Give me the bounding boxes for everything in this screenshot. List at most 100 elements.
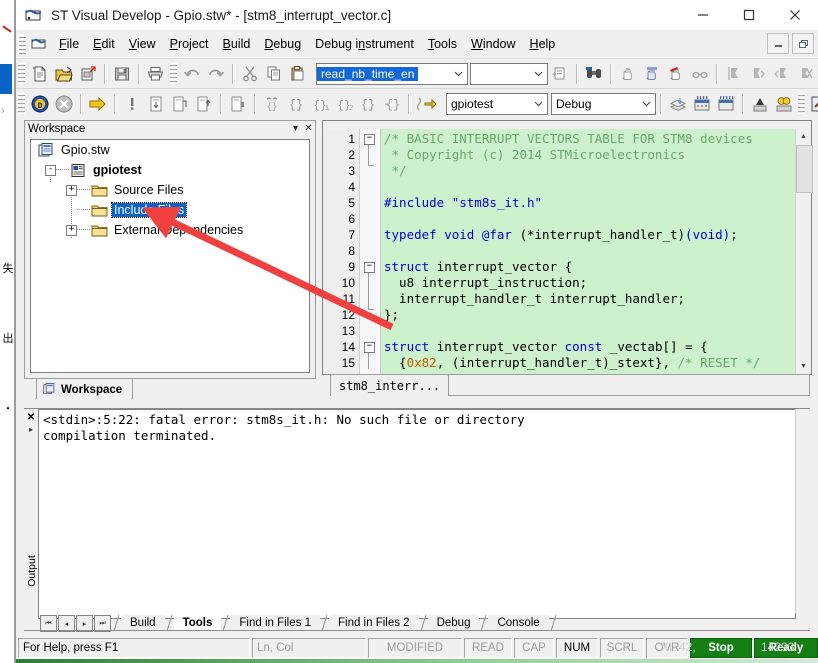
menu-window[interactable]: Window — [464, 34, 522, 54]
menubar-grip[interactable] — [18, 33, 26, 55]
bookmark-icon[interactable] — [722, 62, 746, 85]
mdi-restore-button[interactable] — [792, 33, 814, 54]
chevron-down-icon-panel[interactable]: ▾ — [289, 123, 302, 134]
output-tab-build[interactable]: Build — [121, 615, 165, 630]
status-ime-stop[interactable]: Stop — [690, 638, 752, 658]
print-icon[interactable] — [144, 62, 168, 85]
settings-icon[interactable] — [772, 92, 796, 115]
watch-icon[interactable]: {} 1 — [308, 92, 332, 115]
chevron-down-icon-3[interactable] — [530, 95, 547, 113]
undo-icon[interactable] — [180, 62, 204, 85]
close-button[interactable] — [772, 0, 818, 30]
cut-icon[interactable] — [238, 62, 262, 85]
hand-icon[interactable] — [616, 62, 640, 85]
editor-code-area[interactable]: /* BASIC INTERRUPT VECTORS TABLE FOR STM… — [381, 129, 811, 374]
save-icon[interactable] — [110, 62, 134, 85]
break-icon[interactable] — [120, 92, 144, 115]
bookmark-prev-icon[interactable] — [770, 62, 794, 85]
paste-icon[interactable] — [286, 62, 310, 85]
tree-expander-source[interactable]: + — [66, 184, 77, 196]
tools-icon[interactable] — [808, 92, 818, 115]
mdi-minimize-button[interactable] — [767, 33, 789, 54]
output-tab-find-in-files-1[interactable]: Find in Files 1 — [230, 615, 320, 630]
registers-icon[interactable]: {} — [356, 92, 380, 115]
batch-build-icon[interactable] — [714, 92, 738, 115]
output-tab-find-in-files-2[interactable]: Find in Files 2 — [328, 615, 419, 630]
step-out-icon[interactable] — [192, 92, 216, 115]
chevron-down-icon-4[interactable] — [638, 95, 655, 113]
toolbar1-grip[interactable] — [18, 62, 25, 85]
rebuild-all-icon[interactable] — [690, 92, 714, 115]
tree-item-project[interactable]: - gpiotest — [31, 160, 309, 180]
memory-icon[interactable]: {} — [380, 92, 404, 115]
goto-cursor-icon[interactable] — [226, 92, 250, 115]
output-tab-tools[interactable]: Tools — [173, 615, 222, 630]
editor-vertical-scrollbar[interactable]: ▲ ▼ — [795, 129, 813, 374]
hand-red-icon[interactable] — [664, 62, 688, 85]
bookmark-next-icon[interactable] — [746, 62, 770, 85]
debug-stop-icon[interactable] — [52, 92, 76, 115]
find-combo-value[interactable]: read_nb_time_en — [317, 66, 419, 81]
toolbar1-grip-2[interactable] — [170, 62, 177, 85]
tab-workspace[interactable]: Workspace — [36, 378, 134, 401]
new-workspace-icon[interactable] — [76, 62, 100, 85]
output-tab-console[interactable]: Console — [488, 615, 549, 630]
redo-icon[interactable] — [204, 62, 228, 85]
build-icon[interactable] — [666, 92, 690, 115]
output-close-icon[interactable]: ✕ — [24, 412, 38, 423]
maximize-button[interactable] — [726, 0, 772, 30]
tab-stm8-interrupt-vector[interactable]: stm8_interr... — [330, 374, 450, 396]
menu-build[interactable]: Build — [216, 34, 258, 54]
output-expand-icon[interactable]: ▸ — [24, 425, 38, 434]
editor-body[interactable]: 1 2 3 4 5 6 7 8 9 10 11 12 13 14 15 − − … — [323, 129, 811, 374]
find-combo[interactable]: read_nb_time_en — [316, 62, 468, 85]
fold-marker-3[interactable]: − — [364, 342, 375, 353]
menu-view[interactable]: View — [122, 34, 163, 54]
stop-build-icon[interactable] — [748, 92, 772, 115]
binoculars-icon[interactable] — [582, 62, 606, 85]
config-combo[interactable]: Debug — [551, 92, 656, 115]
editor-fold-column[interactable]: − − − — [360, 129, 381, 374]
editor-scroll-thumb[interactable] — [796, 145, 813, 193]
tree-expander-external[interactable]: + — [66, 224, 77, 236]
find-history-combo[interactable] — [470, 62, 548, 85]
chevron-down-icon-2[interactable] — [530, 65, 547, 83]
output-text[interactable]: <stdin>:5:22: fatal error: stm8s_it.h: N… — [38, 409, 796, 619]
tree-item-workspace[interactable]: Gpio.stw — [31, 140, 309, 160]
menu-tools[interactable]: Tools — [421, 34, 464, 54]
output-tab-debug[interactable]: Debug — [427, 615, 480, 630]
run-icon[interactable] — [86, 92, 110, 115]
tree-item-include-files[interactable]: Include Files — [31, 200, 309, 220]
new-file-icon[interactable] — [28, 62, 52, 85]
menu-edit[interactable]: Edit — [86, 34, 122, 54]
menu-debug[interactable]: Debug — [257, 34, 308, 54]
output-vertical-scrollbar[interactable] — [795, 409, 810, 613]
bookmark-clear-icon[interactable] — [794, 62, 818, 85]
scroll-up-icon[interactable]: ▲ — [796, 129, 811, 144]
minimize-button[interactable] — [680, 0, 726, 30]
fold-marker-1[interactable]: − — [364, 134, 375, 145]
fold-marker-2[interactable]: − — [364, 262, 375, 273]
scroll-down-icon[interactable]: ▼ — [796, 359, 811, 374]
tree-item-external-dependencies[interactable]: + External Dependencies — [31, 220, 309, 240]
status-ime-ready[interactable]: Ready — [754, 638, 818, 658]
menu-help[interactable]: Help — [523, 34, 563, 54]
restart-icon[interactable]: {} — [260, 92, 284, 115]
debug-start-icon[interactable]: D — [28, 92, 52, 115]
disassembly-icon[interactable] — [414, 92, 438, 115]
menu-project[interactable]: Project — [163, 34, 216, 54]
toolbar2-grip-2[interactable] — [798, 92, 805, 115]
find-in-files-icon[interactable] — [548, 62, 572, 85]
locals-icon[interactable]: {} 2 — [332, 92, 356, 115]
chevron-down-icon[interactable] — [450, 65, 467, 83]
menu-file[interactable]: File — [52, 34, 86, 54]
toolbar2-grip[interactable] — [18, 92, 25, 115]
tree-item-source-files[interactable]: + Source Files — [31, 180, 309, 200]
menu-debug-instrument[interactable]: Debug instrument — [308, 34, 421, 54]
step-into-icon[interactable] — [144, 92, 168, 115]
tree-expander-collapse[interactable]: - — [45, 164, 56, 176]
glasses-icon[interactable] — [688, 62, 712, 85]
close-icon-panel[interactable]: ✕ — [302, 123, 315, 134]
project-combo[interactable]: gpiotest — [446, 92, 548, 115]
hand-stop-icon[interactable] — [640, 62, 664, 85]
